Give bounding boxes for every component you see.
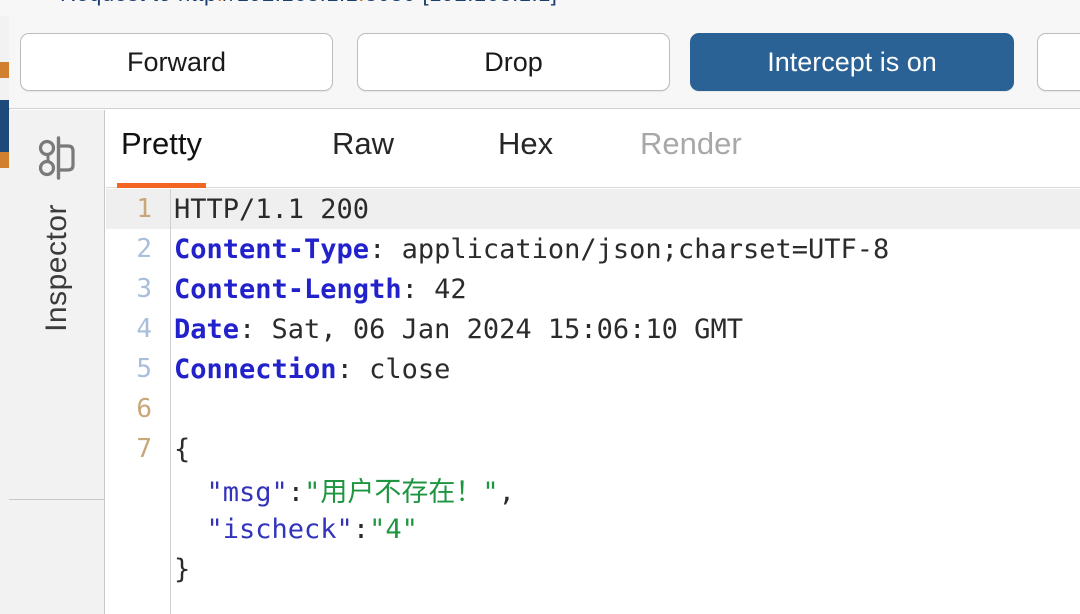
json-comma: ,: [498, 476, 515, 508]
header-line: Connection: close: [164, 354, 450, 385]
json-value: "4": [369, 513, 418, 545]
header-line: Content-Length: 42: [164, 274, 467, 305]
json-entry: "ischeck":"4": [164, 514, 418, 545]
line-number: 6: [136, 394, 152, 424]
line-number: 4: [136, 314, 152, 344]
action-button[interactable]: [1037, 33, 1080, 91]
json-close-row: }: [106, 549, 1080, 589]
code-line: 3 Content-Length: 42: [106, 269, 1080, 309]
tab-pretty[interactable]: Pretty: [117, 126, 206, 188]
header-colon: :: [336, 353, 370, 385]
code-line: 6: [106, 389, 1080, 429]
header-line: Date: Sat, 06 Jan 2024 15:06:10 GMT: [164, 314, 743, 345]
code-line: 7 {: [106, 429, 1080, 469]
json-value: "用户不存在！": [304, 476, 499, 508]
code-line: 1 HTTP/1.1 200: [106, 189, 1080, 229]
response-code-viewer[interactable]: 1 HTTP/1.1 200 2 Content-Type: applicati…: [106, 189, 1080, 614]
json-key: "ischeck": [206, 513, 353, 545]
detective-incognito-icon: [38, 136, 75, 180]
clipped-top-row: Request to http://192.168.1.1:8080 [192.…: [0, 0, 1080, 16]
header-line: Content-Type: application/json;charset=U…: [164, 234, 889, 265]
header-value: close: [369, 353, 451, 385]
header-value: application/json;charset=UTF-8: [401, 233, 890, 265]
drop-button[interactable]: Drop: [357, 33, 670, 91]
message-view-tabs: Pretty Raw Hex Render: [106, 110, 1080, 188]
inspector-rail: Inspector: [9, 110, 105, 614]
json-colon: :: [352, 513, 370, 545]
json-entry: "msg":"用户不存在！",: [164, 470, 515, 509]
json-entry-row: "ischeck":"4": [106, 509, 1080, 549]
edge-marker-orange-top: [0, 62, 9, 78]
header-name: Content-Length: [174, 273, 402, 305]
code-line: 5 Connection: close: [106, 349, 1080, 389]
json-open-brace: {: [174, 433, 191, 465]
header-name: Date: [174, 313, 240, 345]
tab-raw[interactable]: Raw: [328, 126, 398, 188]
header-value: Sat, 06 Jan 2024 15:06:10 GMT: [271, 313, 743, 345]
clipped-top-text: Request to http://192.168.1.1:8080 [192.…: [60, 0, 557, 7]
header-name: Content-Type: [174, 233, 370, 265]
json-key: "msg": [206, 476, 288, 508]
sidebar-item-label: Inspector: [39, 204, 73, 332]
header-colon: :: [369, 233, 402, 265]
intercept-toggle-button[interactable]: Intercept is on: [690, 33, 1014, 91]
header-value: 42: [434, 273, 467, 305]
intercept-toolbar: Forward Drop Intercept is on: [9, 16, 1080, 109]
code-line: 2 Content-Type: application/json;charset…: [106, 229, 1080, 269]
code-line: 4 Date: Sat, 06 Jan 2024 15:06:10 GMT: [106, 309, 1080, 349]
sidebar-item-inspector[interactable]: Inspector: [9, 110, 104, 500]
json-close-brace: }: [174, 553, 191, 585]
json-colon: :: [287, 476, 305, 508]
line-number: 3: [136, 274, 152, 304]
edge-marker-blue: [0, 100, 9, 152]
line-number: 5: [136, 354, 152, 384]
status-line: HTTP/1.1 200: [174, 193, 370, 225]
edge-marker-orange-bottom: [0, 152, 9, 168]
header-colon: :: [401, 273, 435, 305]
header-name: Connection: [174, 353, 337, 385]
line-number: 7: [136, 434, 152, 464]
response-message-panel: Pretty Raw Hex Render 1 HTTP/1.1 200 2 C…: [106, 110, 1080, 614]
line-number: 1: [136, 194, 152, 224]
json-entry-row: "msg":"用户不存在！",: [106, 469, 1080, 509]
forward-button[interactable]: Forward: [20, 33, 333, 91]
tab-render[interactable]: Render: [636, 126, 746, 188]
line-number: 2: [136, 234, 152, 264]
header-colon: :: [239, 313, 272, 345]
gutter-divider: [170, 189, 171, 614]
tab-hex[interactable]: Hex: [494, 126, 557, 188]
